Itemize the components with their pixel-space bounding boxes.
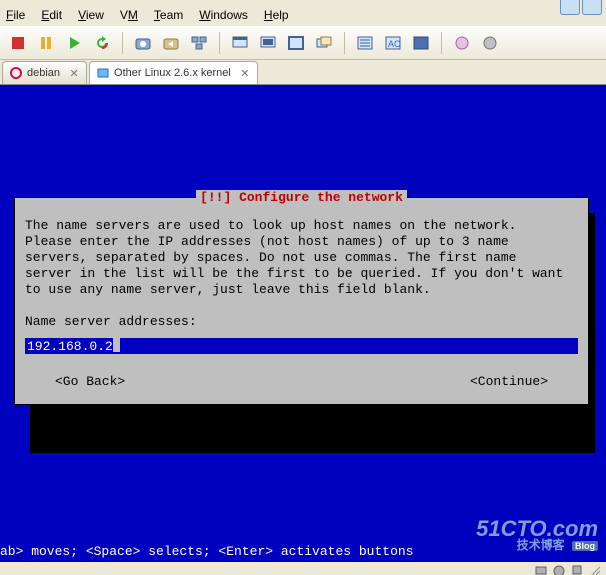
- dialog-body-text: The name servers are used to look up hos…: [25, 218, 578, 298]
- watermark: 51CTO.com 技术博客 Blog: [476, 521, 598, 554]
- dialog-prompt-label: Name server addresses:: [25, 314, 578, 330]
- menu-edit[interactable]: Edit: [41, 8, 62, 22]
- guest-viewport: [!!] Configure the network The name serv…: [0, 85, 606, 575]
- resize-grip-icon: [588, 563, 602, 575]
- snapshot-button[interactable]: [131, 31, 155, 55]
- watermark-line1: 51CTO.com: [476, 521, 598, 537]
- revert-snapshot-button[interactable]: [159, 31, 183, 55]
- unity-button[interactable]: [312, 31, 336, 55]
- tab-label: debian: [27, 67, 60, 79]
- summary-view-button[interactable]: [353, 31, 377, 55]
- text-cursor: [113, 338, 120, 352]
- name-server-addresses-input[interactable]: 192.168.0.2: [25, 338, 578, 354]
- dialog-title: [!!] Configure the network: [15, 190, 588, 206]
- dialog-title-text: [!!] Configure the network: [196, 190, 407, 205]
- toolbar: ACE: [0, 26, 606, 60]
- menu-view[interactable]: View: [78, 8, 104, 22]
- menu-team[interactable]: Team: [154, 8, 183, 22]
- menu-bar: File Edit View VM Team Windows Help: [0, 0, 606, 26]
- maximize-button[interactable]: [582, 0, 602, 15]
- quick-switch2-button[interactable]: [478, 31, 502, 55]
- restart-button[interactable]: [90, 31, 114, 55]
- menu-vm[interactable]: VM: [120, 8, 138, 22]
- window-controls: [560, 0, 602, 15]
- watermark-badge: Blog: [572, 541, 598, 551]
- tab-other-linux[interactable]: Other Linux 2.6.x kernel ✕: [89, 61, 258, 84]
- show-console-button[interactable]: [228, 31, 252, 55]
- menu-help[interactable]: Help: [264, 8, 289, 22]
- appliance-view-button[interactable]: ACE: [381, 31, 405, 55]
- continue-button[interactable]: <Continue>: [470, 374, 548, 390]
- quick-switch-button[interactable]: [256, 31, 280, 55]
- go-back-button[interactable]: <Go Back>: [55, 374, 125, 390]
- device-icon[interactable]: [570, 563, 584, 575]
- device-icon[interactable]: [534, 563, 548, 575]
- debian-icon: [9, 66, 23, 80]
- console-view-button[interactable]: [409, 31, 433, 55]
- status-tray: [534, 563, 602, 575]
- snapshot-manager-button[interactable]: [187, 31, 211, 55]
- close-icon[interactable]: ✕: [68, 67, 80, 79]
- menu-windows[interactable]: Windows: [199, 8, 248, 22]
- vm-icon: [96, 66, 110, 80]
- menu-file[interactable]: File: [6, 8, 25, 22]
- dialog-button-row: <Go Back> <Continue>: [25, 374, 578, 390]
- device-icon[interactable]: [552, 563, 566, 575]
- svg-text:ACE: ACE: [388, 39, 401, 49]
- toolbar-separator: [122, 32, 123, 54]
- tab-debian[interactable]: debian ✕: [2, 61, 87, 84]
- input-value: 192.168.0.2: [27, 339, 113, 354]
- stop-button[interactable]: [6, 31, 30, 55]
- host-status-bar: [0, 562, 606, 575]
- toolbar-separator: [441, 32, 442, 54]
- close-icon[interactable]: ✕: [239, 67, 251, 79]
- configure-network-dialog: [!!] Configure the network The name serv…: [14, 197, 589, 405]
- tab-label: Other Linux 2.6.x kernel: [114, 67, 231, 79]
- minimize-button[interactable]: [560, 0, 580, 15]
- fullscreen-button[interactable]: [284, 31, 308, 55]
- play-button[interactable]: [62, 31, 86, 55]
- pause-button[interactable]: [34, 31, 58, 55]
- toolbar-separator: [219, 32, 220, 54]
- toolbar-separator: [344, 32, 345, 54]
- tab-bar: debian ✕ Other Linux 2.6.x kernel ✕: [0, 60, 606, 85]
- quick-switch1-button[interactable]: [450, 31, 474, 55]
